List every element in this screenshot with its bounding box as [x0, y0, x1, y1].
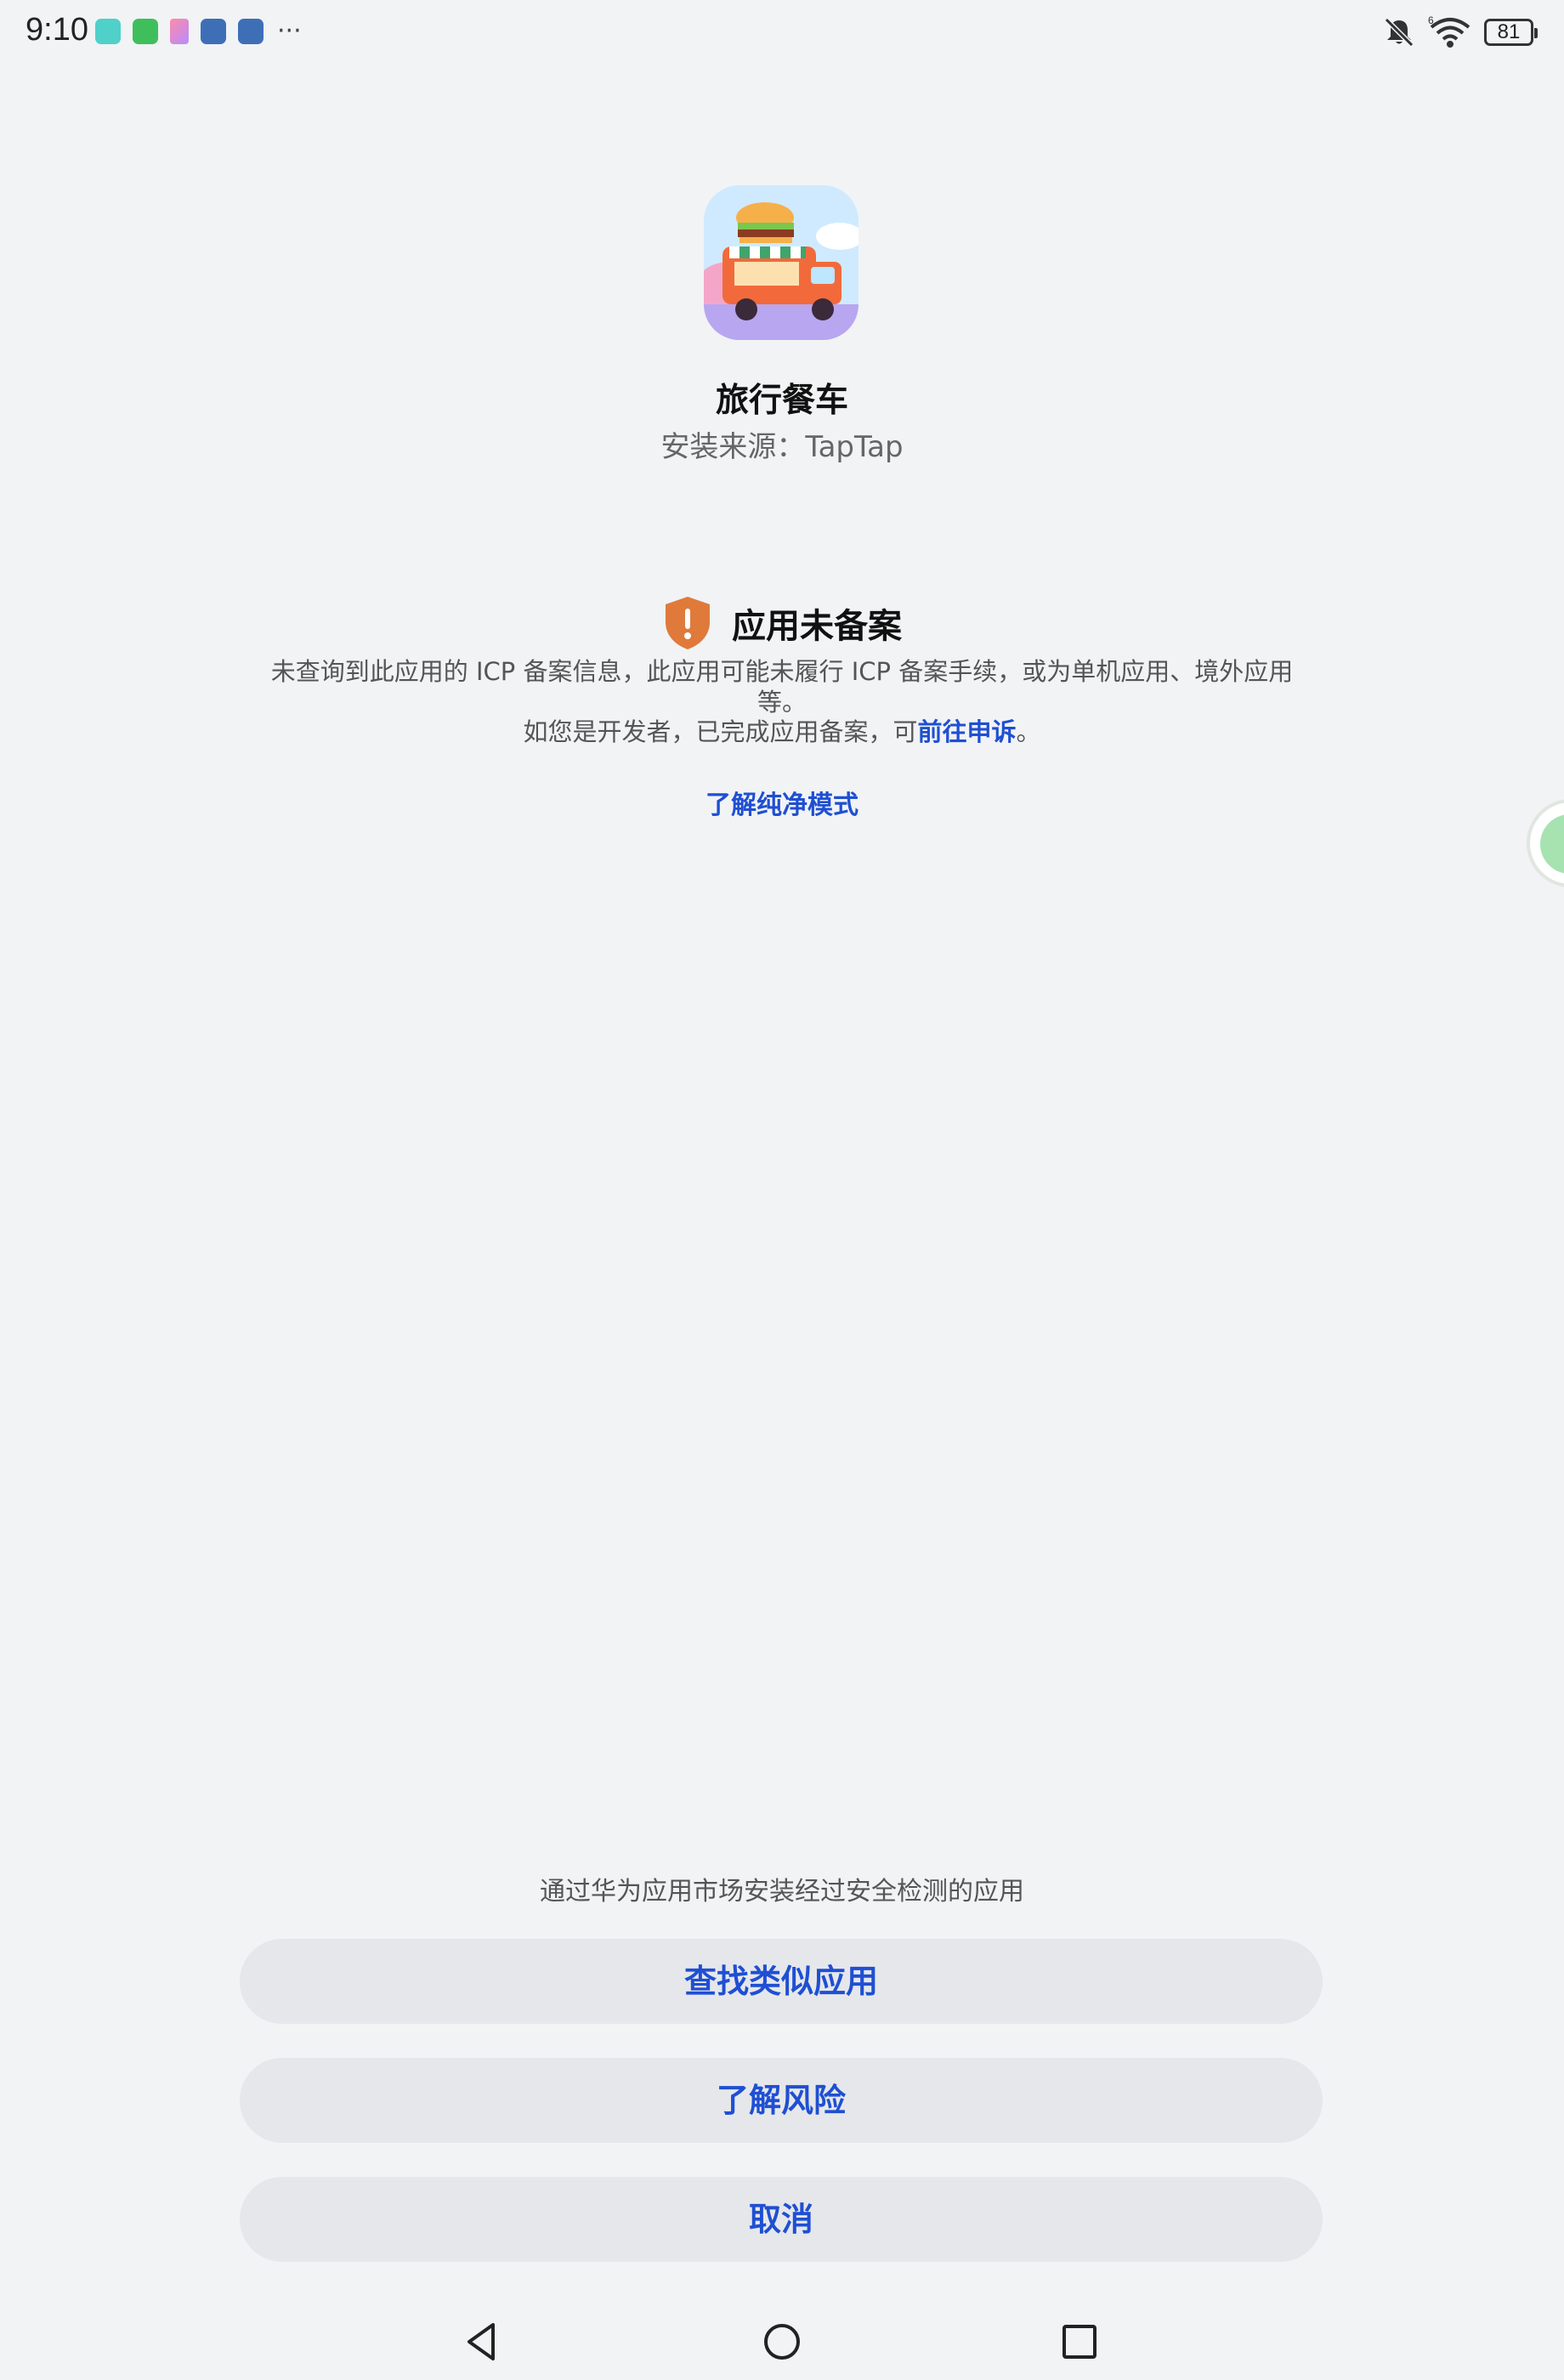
cancel-button[interactable]: 取消: [240, 2177, 1323, 2262]
developer-appeal-text: 如您是开发者，已完成应用备案，可前往申诉。: [0, 717, 1564, 747]
more-notifications-indicator: ···: [277, 16, 302, 46]
install-source: 安装来源：TapTap: [660, 430, 904, 464]
learn-risk-button[interactable]: 了解风险: [240, 2058, 1323, 2143]
battery-indicator: 81: [1484, 19, 1538, 46]
navigation-bar: [0, 2316, 1564, 2376]
appgallery-hint: 通过华为应用市场安装经过安全检测的应用: [540, 1877, 1024, 1907]
status-time: 9:10: [26, 12, 88, 48]
food-truck-icon: [704, 185, 858, 340]
wifi-icon: 6: [1428, 15, 1470, 48]
developer-prefix: 如您是开发者，已完成应用备案，可: [523, 717, 918, 746]
gamepad-icon: [238, 19, 264, 44]
bell-muted-icon: [1384, 17, 1414, 48]
warning-description: 未查询到此应用的 ICP 备案信息，此应用可能未履行 ICP 备案手续，或为单机…: [270, 657, 1294, 717]
app-icon: [704, 185, 858, 340]
taptap-icon: [95, 19, 121, 44]
gamepad-icon: [201, 19, 226, 44]
status-bar: 9:10 ··· 6 81: [0, 0, 1564, 68]
assistant-icon: [1540, 814, 1564, 874]
gift-box-icon: [170, 19, 189, 44]
warning-header: 应用未备案: [0, 595, 1564, 651]
app-name: 旅行餐车: [715, 382, 848, 420]
home-icon[interactable]: [756, 2316, 808, 2367]
learn-pure-mode-link-text[interactable]: 了解纯净模式: [706, 790, 858, 820]
recent-apps-icon[interactable]: [1054, 2316, 1105, 2367]
learn-pure-mode-link: 了解纯净模式: [0, 784, 1564, 821]
notification-icons: ···: [95, 19, 302, 44]
developer-suffix: 。: [1016, 717, 1041, 746]
find-similar-apps-button[interactable]: 查找类似应用: [240, 1939, 1323, 2024]
warning-title: 应用未备案: [732, 607, 902, 646]
status-right-group: 6 81: [1382, 15, 1538, 49]
wifi-standard-label: 6: [1428, 15, 1434, 26]
shield-warning-icon: [666, 597, 710, 649]
appeal-link[interactable]: 前往申诉: [917, 717, 1016, 746]
wechat-icon: [133, 19, 158, 44]
back-icon[interactable]: [457, 2316, 508, 2367]
